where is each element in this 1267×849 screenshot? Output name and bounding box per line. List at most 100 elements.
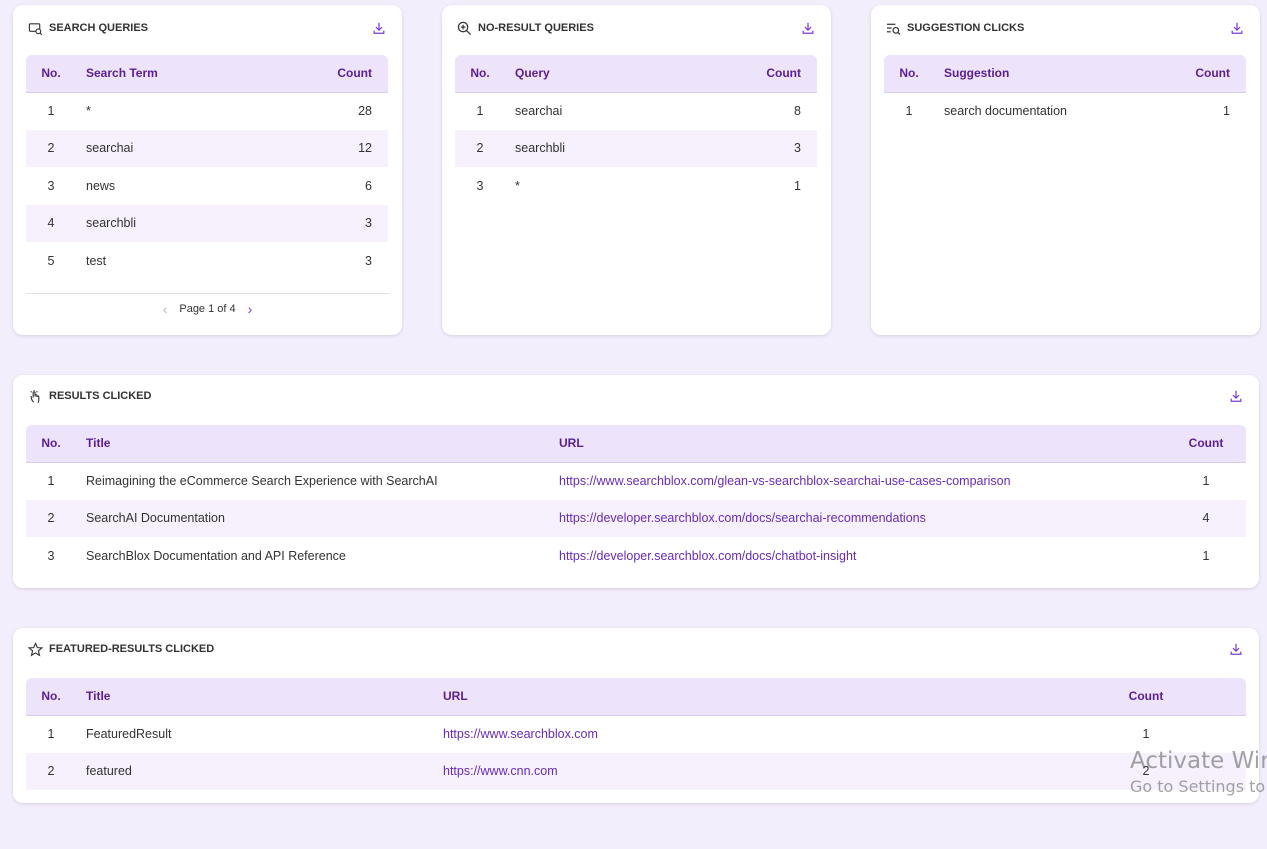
- card-title: NO-RESULT QUERIES: [478, 22, 594, 34]
- row-term: searchbli: [86, 216, 137, 231]
- table-row: 2 featured https://www.cnn.com 2: [26, 752, 1246, 790]
- row-term: *: [515, 178, 520, 193]
- featured-results-clicked-card: FEATURED-RESULTS CLICKED No. Title URL C…: [13, 628, 1259, 803]
- table-row: 3 * 1: [455, 167, 817, 205]
- row-url-link[interactable]: https://developer.searchblox.com/docs/ch…: [559, 549, 856, 563]
- no-result-queries-table: No. Query Count 1 searchai 8 2 searchbli 3 3 * 1: [455, 55, 817, 205]
- row-title: FeaturedResult: [86, 727, 172, 741]
- no-result-queries-card: NO-RESULT QUERIES No. Query Count 1 searc…: [442, 5, 831, 335]
- no-result-queries-header: NO-RESULT QUERIES: [456, 19, 817, 37]
- download-icon[interactable]: [1228, 19, 1246, 37]
- suggestion-clicks-card: SUGGESTION CLICKS No. Suggestion Count 1…: [871, 5, 1260, 335]
- table-header-row: No. Title URL Count: [26, 425, 1246, 463]
- download-icon[interactable]: [1227, 640, 1245, 658]
- next-page-icon[interactable]: ›: [248, 301, 253, 317]
- row-number: 1: [47, 474, 55, 488]
- table-row: 1 FeaturedResult https://www.searchblox.co…: [26, 715, 1246, 753]
- column-header-suggestion: Suggestion: [934, 55, 1166, 93]
- table-header-row: No. Search Term Count: [26, 55, 388, 93]
- row-count: 28: [358, 104, 372, 118]
- row-title: Reimagining the eCommerce Search Experie…: [86, 474, 438, 488]
- table-header-row: No. Query Count: [455, 55, 817, 93]
- table-row: 2 SearchAI Documentation https://developer…: [26, 499, 1246, 537]
- star-icon: [27, 641, 43, 657]
- download-icon[interactable]: [370, 19, 388, 37]
- row-url-link[interactable]: https://www.searchblox.com: [443, 727, 598, 741]
- watermark-line-2: Go to Settings to: [1130, 777, 1266, 796]
- table-row: 1 Reimagining the eCommerce Search Experi…: [26, 462, 1246, 500]
- row-count: 3: [794, 141, 801, 156]
- row-title: featured: [86, 764, 132, 779]
- row-count: 6: [365, 178, 372, 193]
- row-title: SearchAI Documentation: [86, 511, 225, 526]
- row-count: 1: [794, 178, 801, 193]
- row-url-link[interactable]: https://www.cnn.com: [443, 764, 558, 778]
- column-header-count: Count: [1166, 425, 1246, 463]
- suggestion-clicks-table: No. Suggestion Count 1 search documentati…: [884, 55, 1246, 130]
- row-count: 1: [1202, 474, 1210, 488]
- column-header-no: No.: [26, 425, 76, 463]
- search-queries-header: SEARCH QUERIES: [27, 19, 388, 37]
- results-clicked-header: RESULTS CLICKED: [27, 387, 1245, 405]
- card-title: SUGGESTION CLICKS: [907, 22, 1025, 34]
- row-number: 2: [476, 141, 484, 156]
- search-queries-table: No. Search Term Count 1 * 28 2 searchai 12 3 ne…: [26, 55, 388, 280]
- card-title: SEARCH QUERIES: [49, 22, 149, 34]
- row-number: 1: [905, 104, 913, 118]
- row-number: 1: [47, 104, 55, 118]
- row-number: 5: [47, 253, 55, 268]
- row-url-link[interactable]: https://www.searchblox.com/glean-vs-sear…: [559, 474, 1011, 488]
- row-count: 3: [365, 253, 372, 268]
- table-row: 1 searchai 8: [455, 92, 817, 130]
- row-number: 2: [47, 764, 55, 779]
- watermark-line-1: Activate Win: [1130, 748, 1267, 774]
- list-search-icon: [885, 20, 901, 36]
- row-count: 3: [365, 216, 372, 231]
- row-number: 4: [47, 216, 55, 231]
- search-queries-icon: [27, 20, 43, 36]
- row-term: search documentation: [944, 104, 1067, 118]
- column-header-no: No.: [455, 55, 505, 93]
- row-term: test: [86, 253, 107, 268]
- column-header-no: No.: [884, 55, 934, 93]
- row-count: 12: [358, 141, 372, 156]
- row-term: searchbli: [515, 141, 566, 156]
- column-header-count: Count: [1046, 678, 1246, 716]
- suggestion-clicks-header: SUGGESTION CLICKS: [885, 19, 1246, 37]
- column-header-count: Count: [308, 55, 388, 93]
- row-number: 2: [47, 141, 55, 156]
- row-url-link[interactable]: https://developer.searchblox.com/docs/se…: [559, 511, 926, 525]
- hand-click-icon: [27, 388, 43, 404]
- table-header-row: No. Suggestion Count: [884, 55, 1246, 93]
- row-number: 1: [476, 104, 484, 118]
- card-title: FEATURED-RESULTS CLICKED: [49, 643, 215, 655]
- table-header-row: No. Title URL Count: [26, 678, 1246, 716]
- row-count: 4: [1202, 511, 1210, 526]
- column-header-count: Count: [1166, 55, 1246, 93]
- table-row: 4 searchbli 3: [26, 204, 388, 242]
- column-header-url: URL: [443, 678, 1046, 716]
- row-term: news: [86, 178, 116, 193]
- download-icon[interactable]: [1227, 387, 1245, 405]
- table-row: 1 search documentation 1: [884, 92, 1246, 130]
- prev-page-icon[interactable]: ‹: [163, 301, 168, 317]
- row-number: 1: [47, 727, 55, 741]
- row-number: 2: [47, 511, 55, 526]
- column-header-url: URL: [559, 425, 1166, 463]
- featured-results-table: No. Title URL Count 1 FeaturedResult https…: [26, 678, 1246, 790]
- column-header-no: No.: [26, 678, 76, 716]
- column-header-count: Count: [737, 55, 817, 93]
- pagination: ‹ Page 1 of 4 ›: [26, 293, 389, 323]
- table-row: 3 news 6: [26, 167, 388, 205]
- column-header-title: Title: [76, 678, 443, 716]
- download-icon[interactable]: [799, 19, 817, 37]
- windows-activation-watermark: Activate Win Go to Settings to: [1130, 748, 1267, 796]
- column-header-term: Search Term: [76, 55, 308, 93]
- results-clicked-card: RESULTS CLICKED No. Title URL Count 1 Rei…: [13, 375, 1259, 588]
- column-header-query: Query: [505, 55, 737, 93]
- table-row: 1 * 28: [26, 92, 388, 130]
- row-count: 8: [794, 104, 801, 118]
- row-number: 3: [47, 178, 55, 193]
- table-row: 2 searchbli 3: [455, 129, 817, 167]
- card-title: RESULTS CLICKED: [49, 390, 152, 402]
